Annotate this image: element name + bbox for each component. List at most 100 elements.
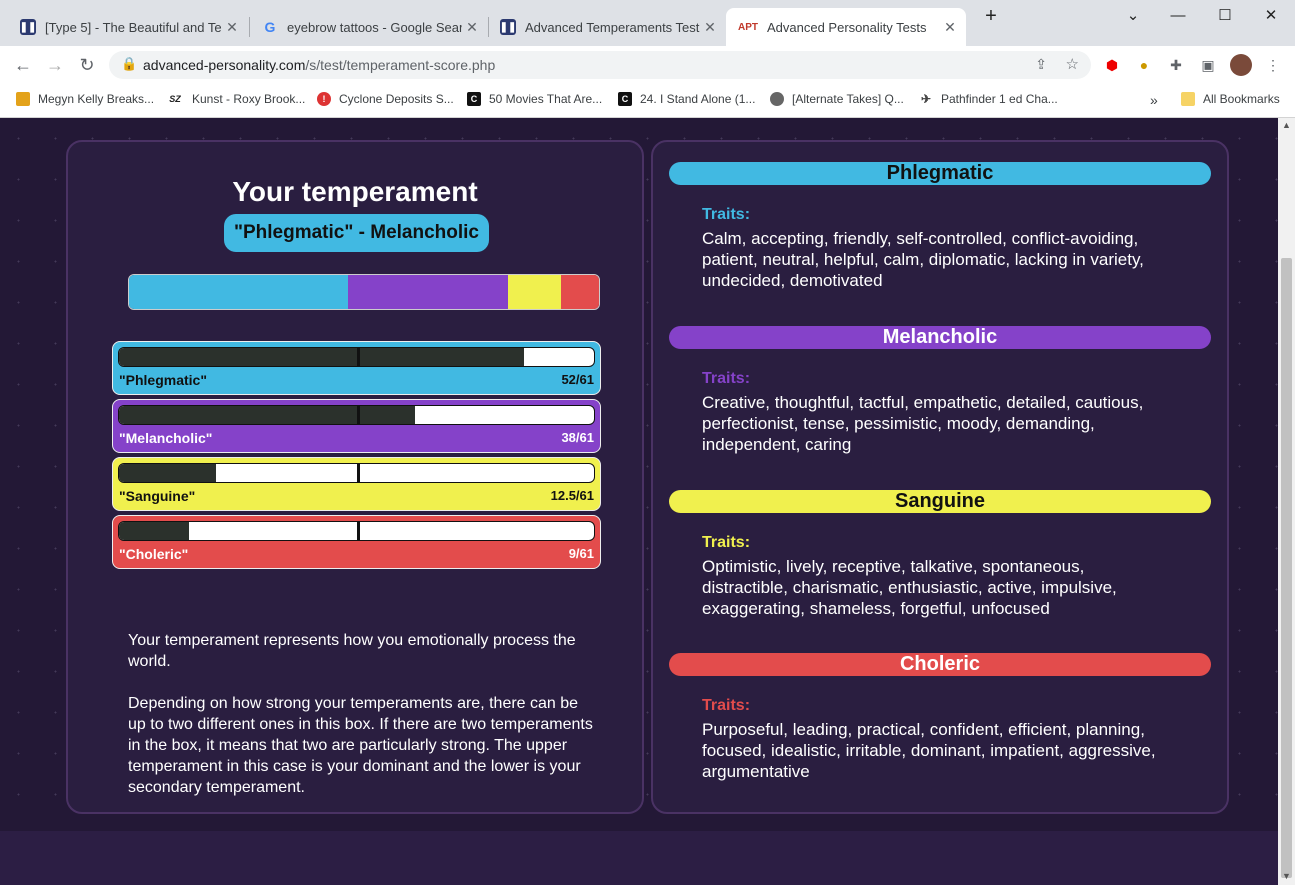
url-path: /s/test/temperament-score.php [305, 57, 496, 73]
reload-button[interactable]: ↻ [74, 52, 100, 78]
score-label: "Choleric" [119, 546, 189, 562]
google-icon: G [264, 19, 276, 35]
bookmark-item[interactable]: C 50 Movies That Are... [467, 92, 602, 106]
bookmark-label: Kunst - Roxy Brook... [192, 92, 306, 106]
url-text[interactable]: advanced-personality.com/s/test/temperam… [143, 57, 495, 73]
close-icon[interactable]: ✕ [222, 19, 242, 36]
scroll-up-icon[interactable]: ▲ [1282, 120, 1291, 130]
tab-google[interactable]: G eyebrow tattoos - Google Search ✕ [250, 8, 488, 46]
traits-text: Purposeful, leading, practical, confiden… [702, 720, 1156, 781]
sz-icon: SZ [169, 94, 181, 104]
tab-title: eyebrow tattoos - Google Search [287, 19, 462, 35]
result-panel: Your temperament "Phlegmatic" - Melancho… [66, 140, 644, 814]
close-icon[interactable]: ✕ [940, 19, 960, 36]
mix-segment-choleric [561, 275, 599, 309]
traits-label: Traits: [702, 206, 751, 223]
bookmark-item[interactable]: SZ Kunst - Roxy Brook... [166, 92, 305, 106]
avatar[interactable] [1230, 54, 1252, 76]
folder-icon [1181, 92, 1195, 106]
tab-apt[interactable]: APT Advanced Personality Tests ✕ [726, 8, 966, 46]
extension-search-icon[interactable]: ● [1135, 56, 1153, 74]
extensions-puzzle-icon[interactable]: ✚ [1167, 56, 1185, 74]
temperament-header: Phlegmatic [669, 162, 1211, 185]
score-fill [119, 464, 217, 482]
forward-button[interactable]: → [42, 52, 68, 78]
temperament-header: Melancholic [669, 326, 1211, 349]
browser-chrome: ❚❚ [Type 5] - The Beautiful and Terr ✕ G… [0, 0, 1295, 118]
scrollbar[interactable]: ▲ ▼ [1278, 118, 1295, 885]
bookmark-item[interactable]: ! Cyclone Deposits S... [317, 92, 454, 106]
traits-label: Traits: [702, 697, 751, 714]
toolbar: ← → ↻ 🔒 advanced-personality.com/s/test/… [0, 46, 1295, 84]
score-value: 12.5/61 [550, 488, 594, 503]
score-track [118, 463, 595, 483]
score-label: "Sanguine" [119, 488, 196, 504]
traits-text: Creative, thoughtful, tactful, empatheti… [702, 393, 1144, 454]
score-label: "Melancholic" [119, 430, 213, 446]
side-panel-icon[interactable]: ▣ [1199, 56, 1217, 74]
maximize-button[interactable]: ☐ [1202, 4, 1248, 28]
bookmark-item[interactable]: C 24. I Stand Alone (1... [618, 92, 755, 106]
tab-strip: ❚❚ [Type 5] - The Beautiful and Terr ✕ G… [0, 0, 1295, 46]
tab-title: Advanced Temperaments Test | T [525, 19, 700, 35]
pathfinder-icon: ✈ [920, 92, 932, 106]
all-bookmarks[interactable]: All Bookmarks [1181, 92, 1280, 106]
extension-shield-icon[interactable]: ⬢ [1103, 56, 1121, 74]
new-tab-button[interactable]: + [968, 4, 1014, 28]
menu-kebab-icon[interactable]: ⋮ [1264, 56, 1282, 74]
tab-type5[interactable]: ❚❚ [Type 5] - The Beautiful and Terr ✕ [8, 8, 248, 46]
description-paragraph: Your temperament represents how you emot… [128, 632, 576, 670]
minimize-button[interactable]: — [1155, 4, 1201, 28]
tab-search-icon[interactable]: ⌄ [1110, 4, 1156, 28]
url-host: advanced-personality.com [143, 57, 306, 73]
traits-text: Optimistic, lively, receptive, talkative… [702, 557, 1117, 618]
tab-title: Advanced Personality Tests [767, 19, 927, 35]
scroll-down-icon[interactable]: ▼ [1282, 871, 1291, 881]
tab-title: [Type 5] - The Beautiful and Terr [45, 19, 222, 35]
score-bar: "Sanguine" 12.5/61 [112, 457, 601, 511]
score-midpoint [357, 464, 360, 482]
score-value: 9/61 [568, 546, 594, 561]
more-bookmarks-icon[interactable]: » [1150, 92, 1158, 108]
page-content: Your temperament "Phlegmatic" - Melancho… [0, 118, 1278, 885]
page-footer [0, 831, 1278, 885]
score-bar: "Choleric" 9/61 [112, 515, 601, 569]
score-value: 52/61 [561, 372, 594, 387]
score-fill [119, 348, 524, 366]
score-fill [119, 522, 190, 540]
temperament-header: Sanguine [669, 490, 1211, 513]
star-icon[interactable]: ☆ [1066, 55, 1079, 73]
bookmark-item[interactable]: Megyn Kelly Breaks... [16, 92, 154, 106]
back-button[interactable]: ← [10, 52, 36, 78]
temperament-badge: "Phlegmatic" - Melancholic [224, 214, 489, 252]
temperament-mix-bar [128, 274, 600, 310]
book-icon: ❚❚ [20, 19, 36, 35]
bookmark-item[interactable]: ✈ Pathfinder 1 ed Cha... [919, 92, 1058, 106]
page-title: Your temperament [232, 176, 478, 207]
close-window-button[interactable]: ✕ [1248, 4, 1294, 28]
mix-segment-phlegmatic [129, 275, 349, 309]
score-bar: "Phlegmatic" 52/61 [112, 341, 601, 395]
bookmark-label: Cyclone Deposits S... [339, 92, 454, 106]
bookmark-label: All Bookmarks [1203, 92, 1280, 106]
lock-icon: 🔒 [121, 56, 138, 71]
c-icon: C [618, 92, 632, 106]
bookmark-item[interactable]: [Alternate Takes] Q... [770, 92, 904, 106]
mix-segment-sanguine [508, 275, 562, 309]
score-midpoint [357, 406, 360, 424]
book-icon: ❚❚ [500, 19, 516, 35]
temperament-header: Choleric [669, 653, 1211, 676]
address-bar[interactable]: 🔒 advanced-personality.com/s/test/temper… [109, 51, 1091, 79]
score-track [118, 521, 595, 541]
score-bar: "Melancholic" 38/61 [112, 399, 601, 453]
bookmark-label: 50 Movies That Are... [489, 92, 603, 106]
traits-label: Traits: [702, 534, 751, 551]
score-midpoint [357, 522, 360, 540]
traits-panel: Phlegmatic Traits: Calm, accepting, friend… [651, 140, 1229, 814]
close-icon[interactable]: ✕ [700, 19, 720, 36]
tab-temperaments[interactable]: ❚❚ Advanced Temperaments Test | T ✕ [488, 8, 726, 46]
share-icon[interactable]: ⇪ [1035, 56, 1047, 73]
bookmark-label: 24. I Stand Alone (1... [640, 92, 756, 106]
scrollbar-thumb[interactable] [1281, 258, 1292, 878]
close-icon[interactable]: ✕ [462, 19, 482, 36]
